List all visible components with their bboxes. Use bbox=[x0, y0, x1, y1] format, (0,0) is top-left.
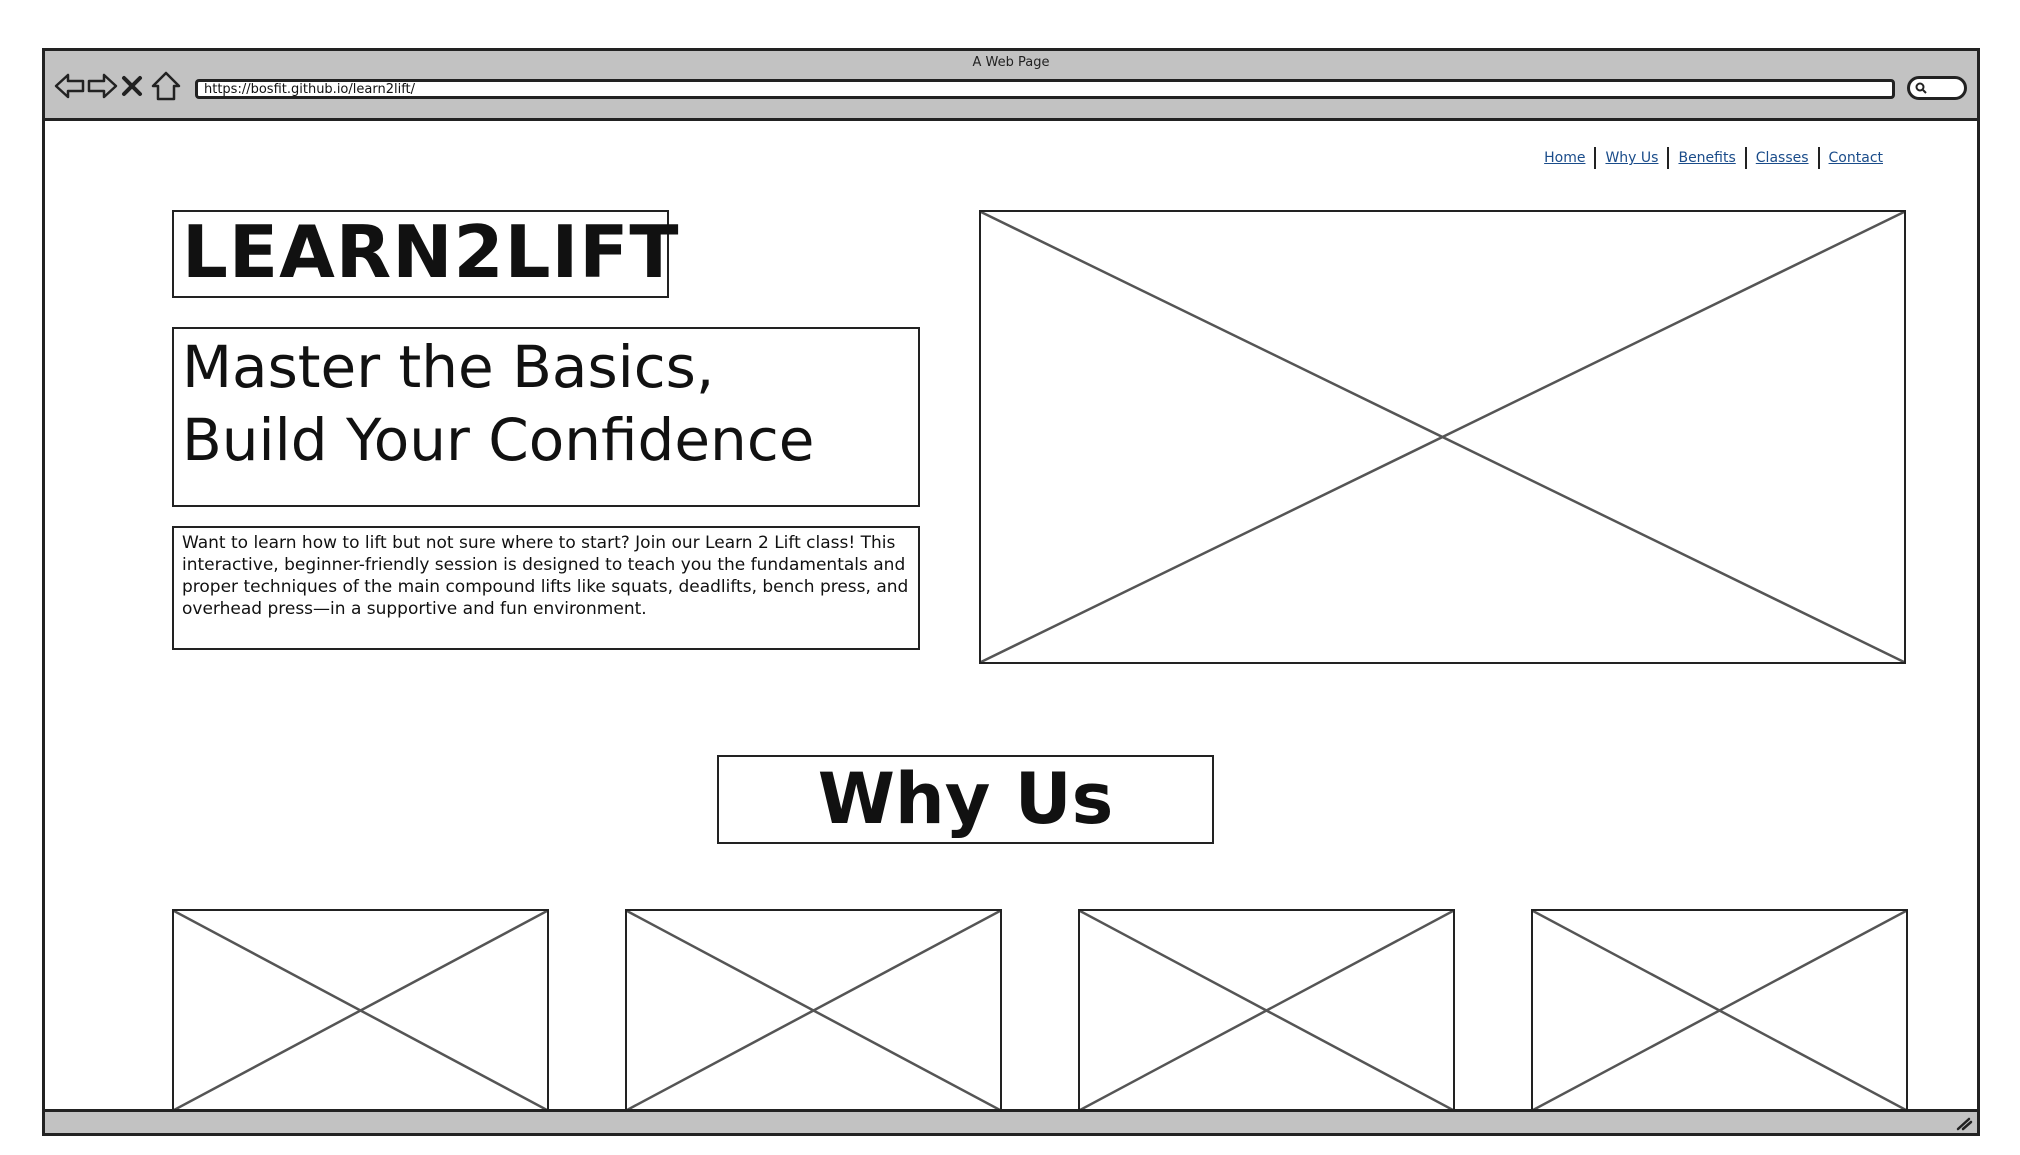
nav-benefits-link[interactable]: Benefits bbox=[1669, 150, 1744, 166]
hero-image-placeholder bbox=[979, 210, 1906, 664]
nav-home-link[interactable]: Home bbox=[1535, 150, 1594, 166]
why-us-image-placeholder-1 bbox=[172, 909, 549, 1112]
browser-chrome: A Web Page https://bosfit.github.io/lear… bbox=[45, 51, 1977, 121]
hero-description: Want to learn how to lift but not sure w… bbox=[172, 526, 920, 650]
why-us-heading: Why Us bbox=[717, 755, 1214, 844]
why-us-image-placeholder-4 bbox=[1531, 909, 1908, 1112]
browser-search[interactable] bbox=[1907, 76, 1967, 100]
hero-headline: Master the Basics, Build Your Confidence bbox=[172, 327, 920, 507]
address-bar[interactable]: https://bosfit.github.io/learn2lift/ bbox=[195, 79, 1895, 99]
top-navigation: Home Why Us Benefits Classes Contact bbox=[1535, 147, 1892, 169]
home-icon[interactable] bbox=[149, 69, 183, 103]
forward-arrow-icon[interactable] bbox=[85, 69, 119, 103]
headline-line-2: Build Your Confidence bbox=[182, 406, 815, 474]
nav-classes-link[interactable]: Classes bbox=[1747, 150, 1818, 166]
status-bar bbox=[45, 1109, 1977, 1133]
nav-contact-link[interactable]: Contact bbox=[1820, 150, 1892, 166]
resize-grip-icon[interactable] bbox=[1955, 1115, 1973, 1131]
search-icon bbox=[1915, 82, 1927, 94]
why-us-image-placeholder-3 bbox=[1078, 909, 1455, 1112]
nav-why-us-link[interactable]: Why Us bbox=[1596, 150, 1667, 166]
stop-icon[interactable] bbox=[117, 69, 147, 103]
back-arrow-icon[interactable] bbox=[53, 69, 87, 103]
window-title: A Web Page bbox=[972, 55, 1050, 70]
why-us-image-placeholder-2 bbox=[625, 909, 1002, 1112]
browser-window: A Web Page https://bosfit.github.io/lear… bbox=[42, 48, 1980, 1136]
site-logo[interactable]: LEARN2LIFT bbox=[172, 210, 679, 298]
headline-line-1: Master the Basics, bbox=[182, 333, 715, 401]
